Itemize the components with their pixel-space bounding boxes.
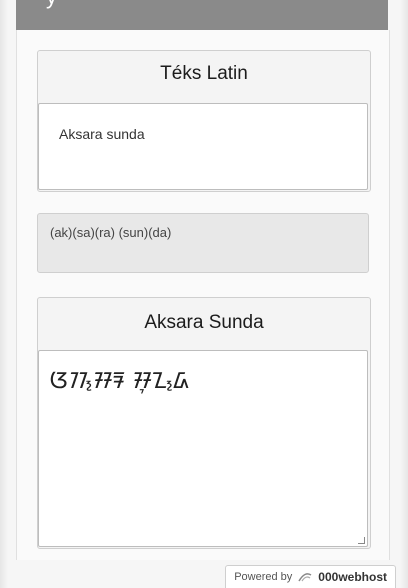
converter-card: Téks Latin (ak)(sa)(ra) (sun)(da) Aksara… <box>16 30 390 560</box>
brand-name: 000webhost <box>318 570 387 584</box>
latin-panel: Téks Latin <box>37 50 371 192</box>
webhost-logo-icon <box>298 573 312 582</box>
resize-grip-icon[interactable] <box>358 537 365 544</box>
sunda-panel: Aksara Sunda ᮃᮊ᮪ᮞᮛ ᮞᮥᮔ᮪ᮓ <box>37 297 371 549</box>
header-title: y <box>46 0 57 10</box>
latin-text-input[interactable] <box>38 103 368 190</box>
sunda-text-output[interactable]: ᮃᮊ᮪ᮞᮛ ᮞᮥᮔ᮪ᮓ <box>38 350 368 547</box>
sunda-script-text: ᮃᮊ᮪ᮞᮛ ᮞᮥᮔ᮪ᮓ <box>49 369 191 394</box>
latin-panel-title: Téks Latin <box>160 63 248 84</box>
page: y Téks Latin (ak)(sa)(ra) (sun)(da) Aksa… <box>0 0 408 588</box>
sunda-panel-title: Aksara Sunda <box>144 312 264 333</box>
transliteration-output: (ak)(sa)(ra) (sun)(da) <box>37 213 369 273</box>
powered-by-label: Powered by <box>234 571 293 583</box>
top-header-bar: y <box>16 0 388 30</box>
powered-by-badge[interactable]: Powered by 000webhost <box>225 565 396 588</box>
